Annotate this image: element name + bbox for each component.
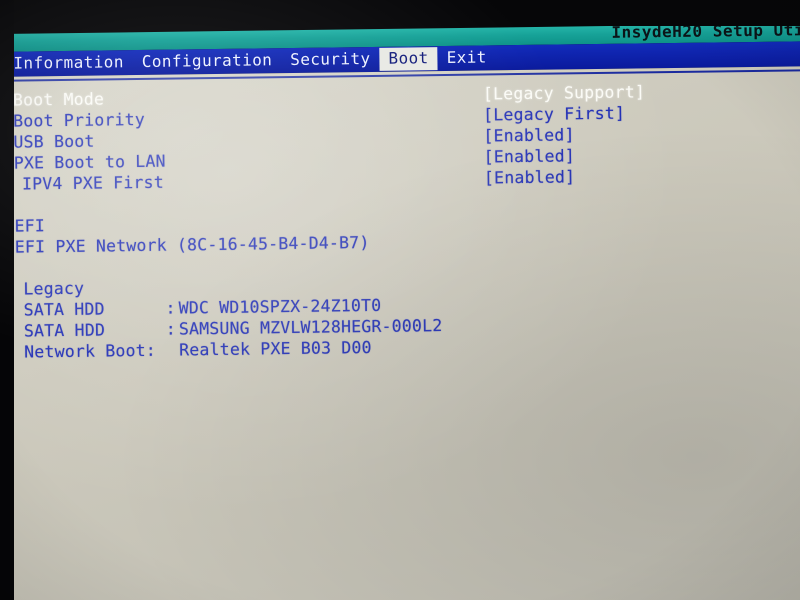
- tab-information[interactable]: Information: [4, 51, 133, 76]
- setting-value-ipv4-pxe-first[interactable]: [Enabled]: [484, 166, 575, 188]
- monitor-bezel-left: [0, 0, 14, 600]
- tab-boot[interactable]: Boot: [379, 47, 438, 71]
- content-panel: Boot Mode [Legacy Support] Boot Priority…: [0, 66, 800, 600]
- setting-value-boot-priority[interactable]: [Legacy First]: [483, 103, 625, 126]
- setting-label-boot-mode: Boot Mode: [12, 89, 105, 110]
- section-heading-legacy-label: Legacy: [23, 278, 85, 299]
- setting-value-boot-mode[interactable]: [Legacy Support]: [483, 81, 645, 104]
- section-heading-efi-label: EFI: [14, 216, 46, 236]
- setting-label-pxe-boot-to-lan: PXE Boot to LAN: [13, 151, 166, 173]
- setting-label-usb-boot: USB Boot: [13, 131, 95, 152]
- setting-value-pxe-boot-to-lan[interactable]: [Enabled]: [484, 145, 575, 167]
- legacy-entry-label-sata-hdd-2: SATA HDD :: [23, 319, 177, 341]
- legacy-entry-label-network-boot: Network Boot:: [24, 340, 157, 362]
- legacy-entry-device-network-boot: Realtek PXE B03 D00: [179, 337, 372, 360]
- setting-label-boot-priority: Boot Priority: [13, 109, 146, 131]
- bios-screen-photo: InsydeH20 Setup Util Information Configu…: [0, 0, 800, 600]
- tab-exit[interactable]: Exit: [437, 46, 495, 70]
- tab-configuration[interactable]: Configuration: [133, 49, 282, 74]
- boot-settings-list: Boot Mode [Legacy Support] Boot Priority…: [13, 79, 797, 362]
- setting-value-usb-boot[interactable]: [Enabled]: [483, 124, 574, 146]
- legacy-entry-label-sata-hdd-1: SATA HDD :: [23, 298, 176, 320]
- tab-security[interactable]: Security: [281, 48, 380, 72]
- bios-screen-plane: InsydeH20 Setup Util Information Configu…: [0, 19, 800, 600]
- legacy-entry-device-sata-hdd-1: WDC WD10SPZX-24Z10T0: [178, 295, 382, 318]
- setting-label-ipv4-pxe-first: IPV4 PXE First: [21, 172, 165, 194]
